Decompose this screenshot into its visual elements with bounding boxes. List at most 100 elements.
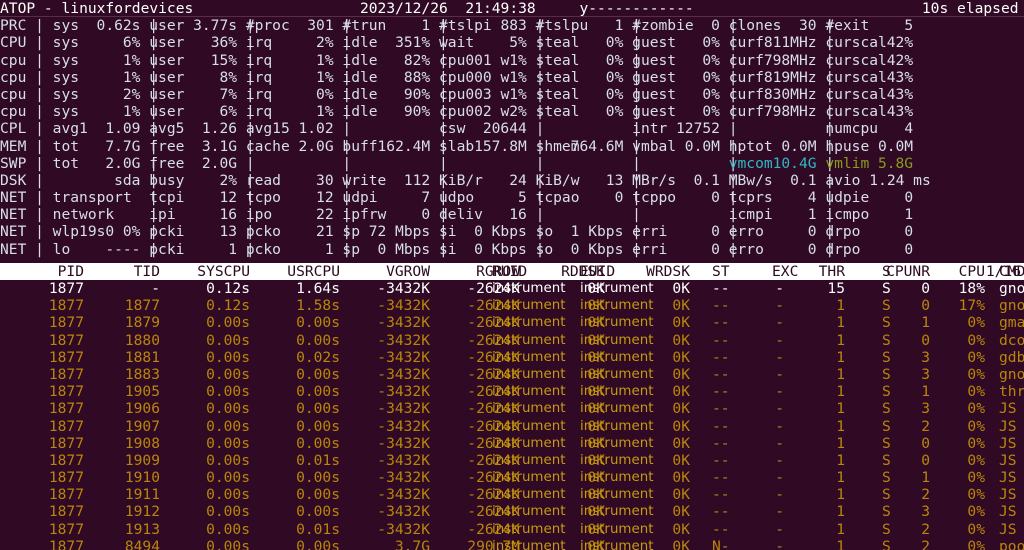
system-stat-row: SWP | tot 2.0G | free 2.0G | | | | | | vmcom 10.4G | vml… bbox=[0, 155, 1024, 172]
table-row[interactable]: 1877 1906 0.00s 0.00s -3432K -2624K 0K 0K 1 3 0% - i… bbox=[0, 400, 1024, 417]
cell-cmd: gmain bbox=[999, 314, 1024, 332]
stat-value: 43% bbox=[886, 68, 914, 86]
cell-euid: instrument bbox=[580, 504, 654, 520]
cell-state: S bbox=[882, 365, 891, 383]
cell-cmd: JS Helper bbox=[999, 469, 1017, 487]
cell-exc: - bbox=[775, 486, 784, 504]
cell-euid: instrument bbox=[580, 281, 654, 296]
table-row[interactable]: 1877 1913 0.00s 0.01s -3432K -2624K 0K 0K 1 2 0% - i… bbox=[0, 521, 1024, 538]
cell-ruid: instrument bbox=[492, 384, 566, 400]
cell-cmd: threaded-ml bbox=[999, 383, 1024, 401]
stat-value: 1 bbox=[904, 206, 914, 224]
atop-terminal-screen: ATOP - linuxfordevices 2023/12/26 21:49:3… bbox=[0, 0, 1024, 550]
cell-state: S bbox=[882, 520, 891, 538]
cell-cmd: JS Helper bbox=[999, 434, 1017, 452]
cell-cmd: gnome-s:disk$0 bbox=[999, 365, 1024, 383]
stat-value: 0 bbox=[904, 189, 914, 207]
table-row[interactable]: 1877 1907 0.00s 0.00s -3432K -2624K 0K 0K 1 2 0% - i… bbox=[0, 418, 1024, 435]
cell-st: -- bbox=[712, 520, 730, 538]
cell-exc: - bbox=[775, 400, 784, 418]
table-row[interactable]: 1877 1905 0.00s 0.00s -3432K -2624K 0K 0K 1 1 0% - i… bbox=[0, 383, 1024, 400]
cell-cmd: JS Helper bbox=[999, 417, 1017, 435]
cell-cmd: JS Helper bbox=[999, 503, 1017, 521]
cell-st: -- bbox=[712, 503, 730, 521]
cell-state: S bbox=[882, 383, 891, 401]
cell-cmd: JS Helper bbox=[999, 520, 1017, 538]
atop-titlebar: ATOP - linuxfordevices 2023/12/26 21:49:3… bbox=[0, 0, 1024, 18]
cell-st: -- bbox=[712, 348, 730, 366]
stat-value: 43% bbox=[886, 103, 914, 121]
cell-cmd: gdbus bbox=[999, 348, 1024, 366]
cell-euid: instrument bbox=[580, 521, 654, 537]
cell-exc: - bbox=[775, 451, 784, 469]
system-stats-block: PRC | sys 0.62s | user 3.77s | #proc 301 | #trun 1 | #… bbox=[0, 17, 1024, 258]
table-row[interactable]: 1877 1908 0.00s 0.00s -3432K -2624K 0K 0K 1 0 0% - i… bbox=[0, 435, 1024, 452]
titlebar-elapsed: 10s elapsed bbox=[921, 0, 1019, 17]
table-row[interactable]: 1877 1911 0.00s 0.00s -3432K -2624K 0K 0K 1 2 0% - i… bbox=[0, 486, 1024, 503]
process-table-header[interactable]: PID TID SYSCPU USRCPU VGROW RGROW RDDSK WRDSK RU… bbox=[0, 262, 1024, 280]
table-row[interactable]: 1877 1877 0.12s 1.58s -3432K -2624K 0K 0K 1 0 17% -… bbox=[0, 297, 1024, 314]
cell-ruid: instrument bbox=[492, 298, 566, 314]
table-row[interactable]: 1877 1909 0.00s 0.01s -3432K -2624K 0K 0K 1 0 0% - i… bbox=[0, 452, 1024, 469]
table-row[interactable]: 1877 1880 0.00s 0.00s -3432K -2624K 0K 0K 1 0 0% - i… bbox=[0, 332, 1024, 349]
table-row[interactable]: 1877 1883 0.00s 0.00s -3432K -2624K 0K 0K 1 3 0% - i… bbox=[0, 366, 1024, 383]
system-stat-row: PRC | sys 0.62s | user 3.77s | #proc 301 | #trun 1 | #… bbox=[0, 17, 1024, 34]
cell-state: S bbox=[882, 503, 891, 521]
cell-ruid: instrument bbox=[492, 452, 566, 468]
cell-exc: - bbox=[775, 383, 784, 401]
cell-st: -- bbox=[712, 331, 730, 349]
cell-state: S bbox=[882, 314, 891, 332]
cell-euid: instrument bbox=[580, 298, 654, 314]
cell-state: S bbox=[882, 400, 891, 418]
cell-state: S bbox=[882, 297, 891, 315]
cell-ruid: instrument bbox=[492, 332, 566, 348]
table-row[interactable]: 1877 1881 0.00s 0.02s -3432K -2624K 0K 0K 1 3 0% - i… bbox=[0, 349, 1024, 366]
cell-ruid: instrument bbox=[492, 401, 566, 417]
system-stat-row: CPL | avg1 1.09 | avg5 1.26 | avg15 1.02 | | csw 2064… bbox=[0, 120, 1024, 137]
system-stat-row: MEM | tot 7.7G | free 3.1G | cache 2.0G | buff 162.4… bbox=[0, 138, 1024, 155]
cell-exc: - bbox=[775, 297, 784, 315]
cell-st: -- bbox=[712, 280, 730, 297]
cell-euid: instrument bbox=[580, 315, 654, 331]
cell-cmd: JS Helper bbox=[999, 400, 1017, 418]
system-stat-row: NET | wlp19s0 0% | pcki 13 | pcko 21 | sp 72 Mbps | si… bbox=[0, 223, 1024, 240]
cell-state: S bbox=[882, 537, 891, 550]
cell-ruid: instrument bbox=[492, 487, 566, 503]
table-row[interactable]: 1877 8494 0.00s 0.00s 3.7G 290.7M 0K 0K 1 2 0% - ins… bbox=[0, 538, 1024, 550]
cell-cmd: pool bbox=[999, 537, 1024, 550]
cell-state: S bbox=[882, 451, 891, 469]
system-stat-row: cpu | sys 2% | user 7% | irq 0% | idle 90% | cpu003 w1… bbox=[0, 86, 1024, 103]
titlebar-app-host: ATOP - linuxfordevices bbox=[0, 0, 194, 17]
cell-st: -- bbox=[712, 434, 730, 452]
stat-key: avio 1.24 ms bbox=[825, 171, 931, 189]
stat-value: 43% bbox=[886, 85, 914, 103]
table-row[interactable]: 1877 1910 0.00s 0.00s -3432K -2624K 0K 0K 1 1 0% - i… bbox=[0, 469, 1024, 486]
system-stat-row: cpu | sys 1% | user 6% | irq 1% | idle 90% | cpu002 w2… bbox=[0, 103, 1024, 120]
cell-euid: instrument bbox=[580, 332, 654, 348]
page-indicator[interactable]: 1/16 bbox=[0, 263, 1021, 280]
cell-exc: - bbox=[775, 365, 784, 383]
cell-ruid: instrument bbox=[492, 315, 566, 331]
table-row[interactable]: 1877-0.12s 1.64s -3432K -2624K 0K 0K 15 0 18% - in… bbox=[0, 280, 1024, 297]
table-row[interactable]: 1877 1879 0.00s 0.00s -3432K -2624K 0K 0K 1 1 0% - i… bbox=[0, 314, 1024, 331]
cell-state: S bbox=[882, 486, 891, 504]
stat-value: 4 bbox=[904, 120, 914, 138]
cell-exc: - bbox=[775, 348, 784, 366]
cell-euid: instrument bbox=[580, 418, 654, 434]
cell-st: -- bbox=[712, 469, 730, 487]
cell-st: -- bbox=[712, 365, 730, 383]
cell-st: N- bbox=[712, 537, 730, 550]
cell-st: -- bbox=[712, 400, 730, 418]
cell-state: S bbox=[882, 331, 891, 349]
table-row[interactable]: 1877 1912 0.00s 0.00s -3432K -2624K 0K 0K 1 3 0% - i… bbox=[0, 503, 1024, 520]
stat-value: 0 bbox=[904, 240, 914, 258]
cell-euid: instrument bbox=[580, 435, 654, 451]
stat-value: 5 bbox=[904, 17, 914, 35]
cell-exc: - bbox=[775, 314, 784, 332]
cell-st: -- bbox=[712, 486, 730, 504]
stat-value: 0.1 bbox=[790, 171, 817, 189]
cell-cmd: gnome-shell bbox=[999, 280, 1024, 297]
cell-state: S bbox=[882, 348, 891, 366]
cell-state: S bbox=[882, 434, 891, 452]
process-table-body: 1877-0.12s 1.64s -3432K -2624K 0K 0K 15 0 18% - in… bbox=[0, 280, 1024, 550]
